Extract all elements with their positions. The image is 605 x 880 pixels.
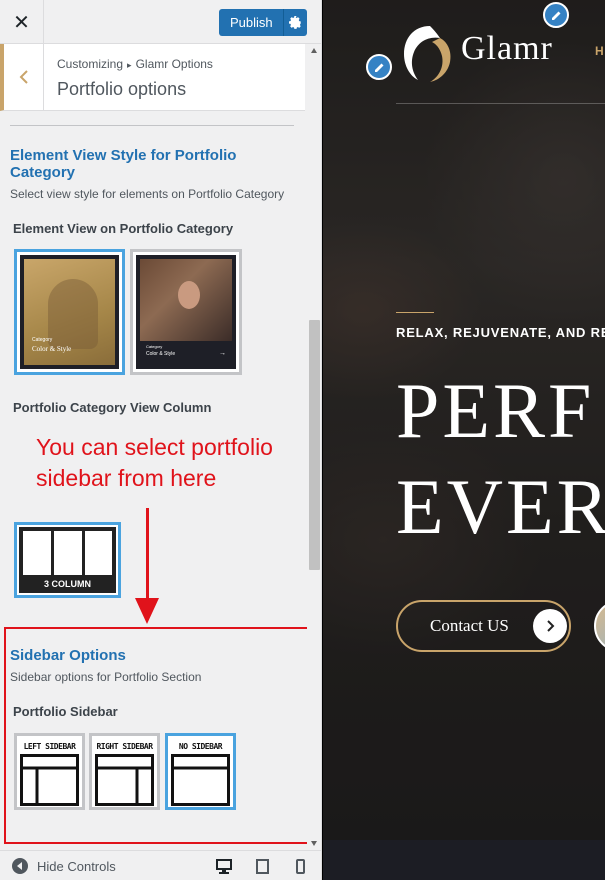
panel-scrollbar[interactable]	[307, 44, 321, 850]
header-divider	[396, 103, 605, 104]
sidebar-options-title: Sidebar Options	[10, 647, 126, 664]
option-caption: Color & Style	[146, 351, 176, 357]
arrow-right-icon: →	[219, 350, 226, 357]
annotation-note: You can select portfolio sidebar from he…	[36, 432, 306, 494]
edit-shortcut-logo[interactable]	[366, 54, 392, 80]
pencil-icon	[551, 11, 560, 20]
element-view-title-line2: Category	[10, 164, 76, 181]
breadcrumb-parent: Glamr Options	[135, 57, 213, 71]
sidebar-options-description: Sidebar options for Portfolio Section	[10, 670, 202, 684]
element-view-description: Select view style for elements on Portfo…	[10, 187, 285, 201]
chevron-left-icon	[19, 70, 28, 84]
back-button[interactable]	[4, 44, 44, 110]
element-view-option-2[interactable]: Category Color & Style →	[130, 249, 242, 375]
collapse-icon	[12, 858, 28, 874]
hero-heading-line1: PERF	[396, 367, 595, 454]
left-sidebar-option[interactable]: LEFT SIDEBAR	[14, 733, 85, 810]
sidebar-option-label: RIGHT SIDEBAR	[96, 742, 153, 751]
site-logo-text[interactable]: Glamr	[461, 30, 553, 68]
breadcrumb-root: Customizing	[57, 57, 124, 71]
element-view-title-line1: Element View Style for Portfolio	[10, 147, 237, 164]
divider	[10, 125, 294, 126]
annotation-line1: You can select portfolio	[36, 434, 273, 460]
close-icon: ✕	[13, 10, 30, 34]
desktop-icon[interactable]	[216, 859, 232, 874]
edit-shortcut-nav[interactable]	[543, 2, 569, 28]
hide-controls-button[interactable]: Hide Controls	[12, 858, 116, 874]
element-view-preview-image: Category Color & Style	[20, 255, 119, 369]
element-view-group-title: Element View Style for Portfolio Categor…	[10, 147, 236, 181]
option-kicker: Category	[146, 344, 163, 349]
sidebar-option-label: LEFT SIDEBAR	[23, 742, 76, 751]
three-column-icon: 3 COLUMN	[19, 527, 116, 593]
scroll-down-icon[interactable]	[311, 841, 317, 846]
hide-controls-label: Hide Controls	[37, 858, 116, 874]
view-column-option-3[interactable]: 3 COLUMN	[14, 522, 121, 598]
glamr-logo-icon	[404, 26, 451, 82]
option-kicker: Category	[32, 337, 53, 343]
customizer-topbar: ✕ Publish	[0, 0, 321, 44]
chevron-right-icon	[533, 609, 567, 643]
view-column-control-label: Portfolio Category View Column	[13, 400, 212, 415]
section-title: Portfolio options	[57, 79, 187, 99]
publish-button[interactable]: Publish	[219, 9, 307, 36]
annotation-arrow-shaft	[146, 508, 149, 604]
site-preview: Glamr H RELAX, REJUVENATE, AND RE PERF E…	[323, 0, 605, 880]
gear-icon[interactable]	[283, 9, 307, 36]
mobile-icon[interactable]	[296, 859, 305, 874]
scroll-thumb[interactable]	[309, 320, 320, 570]
close-customizer-button[interactable]: ✕	[0, 0, 44, 44]
nav-item-peek[interactable]: H	[595, 44, 604, 58]
portrait-silhouette	[48, 279, 98, 349]
annotation-line2: sidebar from here	[36, 465, 217, 491]
section-header: Customizing ▸ Glamr Options Portfolio opti…	[0, 44, 305, 111]
right-sidebar-layout-icon	[95, 754, 154, 806]
option-caption: Color & Style	[32, 345, 72, 353]
portfolio-sidebar-label: Portfolio Sidebar	[13, 704, 118, 719]
contact-us-button[interactable]: Contact US	[396, 600, 571, 652]
breadcrumb: Customizing ▸ Glamr Options	[57, 57, 213, 71]
element-view-option-1[interactable]: Category Color & Style	[14, 249, 125, 375]
right-sidebar-option[interactable]: RIGHT SIDEBAR	[89, 733, 160, 810]
face-shape	[178, 281, 200, 309]
arrow-down-icon	[135, 598, 159, 624]
hero-heading-line2: EVER	[396, 463, 605, 550]
customizer-panel: ✕ Publish Customizing ▸ Glamr Options Port…	[0, 0, 322, 880]
tablet-icon[interactable]	[256, 859, 269, 874]
breadcrumb-separator-icon: ▸	[127, 60, 132, 70]
element-view-preview-image: Category Color & Style →	[136, 255, 236, 369]
preview-footer-band	[323, 840, 605, 880]
no-sidebar-layout-icon	[171, 754, 230, 806]
tagline-accent-line	[396, 312, 434, 313]
customizer-footer: Hide Controls	[0, 850, 321, 880]
publish-label: Publish	[230, 15, 273, 30]
sidebar-option-label: NO SIDEBAR	[178, 742, 223, 751]
hero-tagline: RELAX, REJUVENATE, AND RE	[396, 325, 605, 340]
element-view-control-label: Element View on Portfolio Category	[13, 221, 234, 236]
scroll-up-icon[interactable]	[311, 48, 317, 53]
no-sidebar-option[interactable]: NO SIDEBAR	[165, 733, 236, 810]
pencil-icon	[374, 63, 383, 72]
contact-us-label: Contact US	[430, 616, 509, 635]
left-sidebar-layout-icon	[20, 754, 79, 806]
view-column-option-label: 3 COLUMN	[44, 579, 91, 589]
